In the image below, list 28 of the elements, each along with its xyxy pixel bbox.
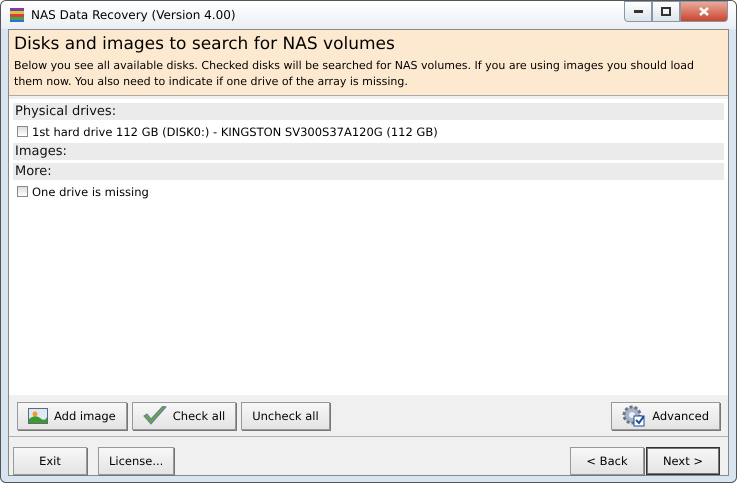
checkbox[interactable]: [17, 186, 28, 197]
maximize-button[interactable]: [652, 1, 680, 22]
footer-button[interactable]: Exit: [13, 447, 87, 475]
section-header: Images:: [13, 143, 724, 160]
maximize-icon: [661, 7, 671, 16]
app-icon: [9, 7, 25, 23]
close-button[interactable]: [680, 1, 728, 22]
checkbox[interactable]: [17, 126, 28, 137]
toolbar-button[interactable]: Check all: [132, 402, 236, 430]
toolbar-button[interactable]: Add image: [17, 402, 127, 430]
gear-checkbox-icon: [622, 405, 646, 427]
footer-button[interactable]: License...: [98, 447, 174, 475]
checkmark-icon: [142, 406, 167, 426]
page-heading: Disks and images to search for NAS volumes: [14, 34, 396, 54]
close-icon: [699, 7, 709, 16]
nav-button[interactable]: Next >: [646, 447, 720, 475]
minimize-icon: [634, 10, 642, 13]
toolbar-button[interactable]: Uncheck all: [241, 402, 330, 430]
picture-icon: [28, 408, 48, 424]
page-description: Below you see all available disks. Checked disks will be searched for NAS volumes. If you are using images you should load them now. You also need to indicate if one drive of the array is missing.: [14, 58, 695, 90]
minimize-button[interactable]: [624, 1, 652, 22]
checkbox-label[interactable]: 1st hard drive 112 GB (DISK0:) - KINGSTON SV300S37A120G (112 GB): [32, 124, 438, 138]
section-header: More:: [13, 163, 724, 180]
checkbox-label[interactable]: One drive is missing: [32, 184, 149, 198]
advanced-button[interactable]: Advanced: [611, 402, 720, 430]
nav-button[interactable]: < Back: [570, 447, 644, 475]
window-title: NAS Data Recovery (Version 4.00): [31, 8, 237, 22]
section-header: Physical drives:: [13, 103, 724, 120]
